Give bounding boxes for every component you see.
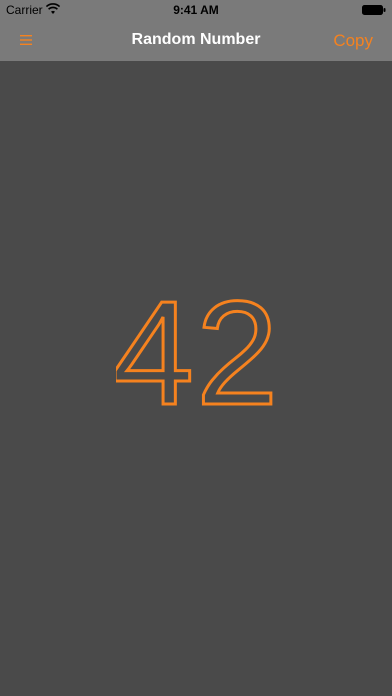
- random-number-display: 42: [0, 290, 392, 415]
- app-screen: Carrier 9:41 AM Random Number Copy 42: [0, 0, 392, 696]
- navigation-bar: Random Number Copy: [0, 20, 392, 61]
- status-bar: Carrier 9:41 AM: [0, 0, 392, 20]
- random-number-value: 42: [116, 290, 276, 410]
- battery-icon: [362, 5, 386, 15]
- status-time: 9:41 AM: [173, 3, 219, 17]
- number-text: 42: [116, 290, 276, 410]
- copy-button[interactable]: Copy: [333, 31, 373, 51]
